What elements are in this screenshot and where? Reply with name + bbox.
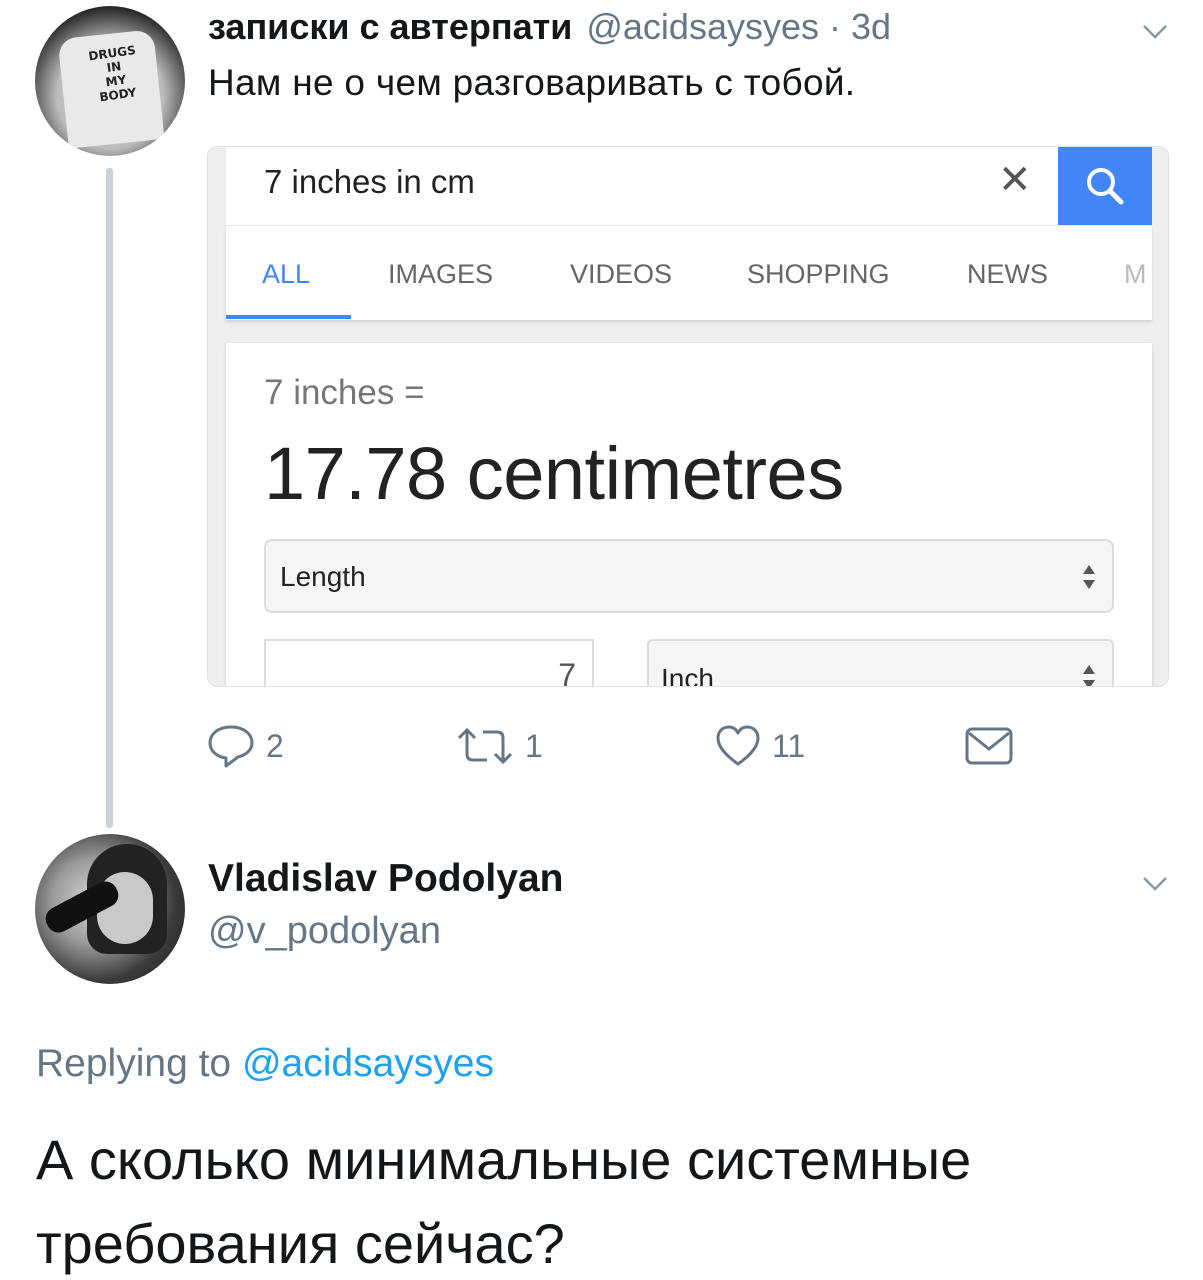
search-button <box>1058 147 1152 225</box>
handle[interactable]: @v_podolyan <box>208 910 441 953</box>
envelope-icon <box>965 727 1013 765</box>
google-search-bar: 7 inches in cm ✕ <box>226 147 1152 225</box>
avatar[interactable] <box>35 834 185 984</box>
like-button[interactable]: 11 <box>714 722 805 770</box>
like-count: 11 <box>772 727 806 764</box>
search-icon <box>1087 168 1124 205</box>
tab-news: NEWS <box>967 259 1048 289</box>
value-input-text: 7 <box>558 657 576 687</box>
tweet-header: записки с автерпати @acidsaysyes · 3d <box>208 6 891 52</box>
avatar-shirt-text: DRUGS IN MY BODY <box>87 42 138 105</box>
display-name[interactable]: Vladislav Podolyan <box>208 857 563 901</box>
up-down-icon <box>1083 665 1095 686</box>
tab-all: ALL <box>262 259 311 289</box>
embedded-image[interactable]: 7 inches in cm ✕ ALL IMAGES VIDEOS SHOPP… <box>207 146 1169 687</box>
google-tabs: ALL IMAGES VIDEOS SHOPPING NEWS M <box>226 225 1152 320</box>
retweet-button[interactable]: 1 <box>455 722 543 770</box>
tweet-text: А сколько минимальные системные требован… <box>36 1128 972 1275</box>
close-icon: ✕ <box>998 158 1032 202</box>
category-select-value: Length <box>280 561 366 592</box>
reply-icon <box>208 725 254 768</box>
value-input: 7 <box>264 639 594 687</box>
retweet-count: 1 <box>525 727 543 764</box>
chevron-down-icon[interactable] <box>1142 24 1168 40</box>
thread-line <box>106 168 113 828</box>
tab-shopping: SHOPPING <box>747 259 890 289</box>
conversion-card: 7 inches = 17.78 centimetres Length 7 In… <box>226 343 1152 687</box>
display-name[interactable]: записки с автерпати <box>208 6 572 48</box>
replying-to: Replying to @acidsaysyes <box>36 1042 494 1086</box>
conversion-result: 17.78 centimetres <box>264 432 844 515</box>
heart-icon <box>716 725 760 766</box>
active-tab-indicator <box>226 315 351 319</box>
avatar[interactable]: DRUGS IN MY BODY <box>35 6 185 156</box>
up-down-icon <box>1083 565 1095 589</box>
tab-more: M <box>1124 259 1147 289</box>
direct-message-button[interactable] <box>964 722 1014 770</box>
mention-link[interactable]: @acidsaysyes <box>242 1042 494 1085</box>
category-select: Length <box>264 539 1114 613</box>
reply-count: 2 <box>266 727 284 764</box>
conversion-from: 7 inches = <box>264 373 425 412</box>
replying-prefix: Replying to <box>36 1042 232 1085</box>
reply-button[interactable]: 2 <box>206 722 284 770</box>
tweet-text: Нам не о чем разговаривать с тобой. <box>208 62 856 103</box>
search-query: 7 inches in cm <box>264 163 475 200</box>
retweet-icon <box>457 727 513 765</box>
unit-select: Inch <box>647 639 1114 687</box>
chevron-down-icon[interactable] <box>1142 876 1168 892</box>
handle-and-time[interactable]: @acidsaysyes · 3d <box>586 6 891 48</box>
unit-select-value: Inch <box>661 663 714 687</box>
tab-videos: VIDEOS <box>570 259 673 289</box>
tab-images: IMAGES <box>388 259 494 289</box>
